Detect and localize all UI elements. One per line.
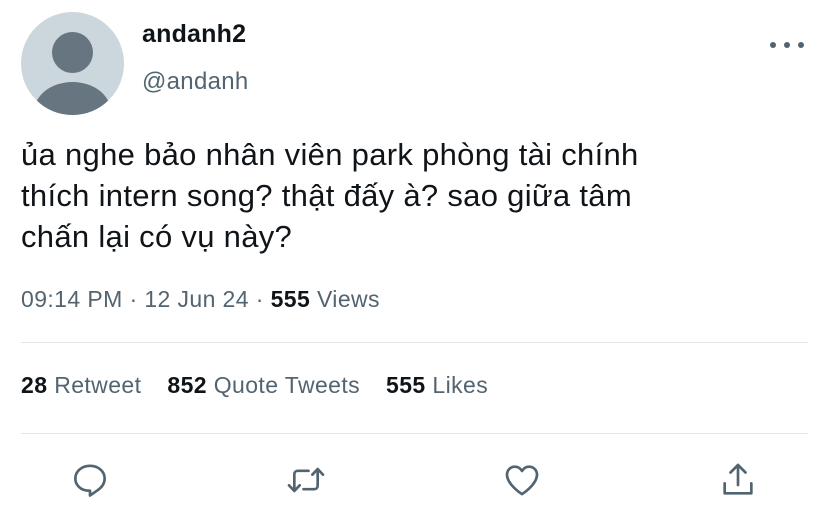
- reply-button[interactable]: [68, 458, 112, 502]
- avatar[interactable]: [21, 12, 124, 115]
- retweet-button[interactable]: [284, 458, 328, 502]
- tweet-line: chấn lại có vụ này?: [21, 219, 293, 254]
- views-label: Views: [316, 286, 380, 312]
- display-name[interactable]: andanh2: [142, 20, 246, 49]
- likes-label: Likes: [432, 372, 489, 398]
- more-horizontal-icon[interactable]: [770, 38, 804, 52]
- action-bar: [0, 458, 828, 502]
- retweets-stat[interactable]: 28 Retweet: [21, 372, 141, 399]
- share-button[interactable]: [716, 458, 760, 502]
- likes-count: 555: [386, 372, 426, 398]
- retweets-count: 28: [21, 372, 48, 398]
- divider: [21, 342, 808, 343]
- like-button[interactable]: [500, 458, 544, 502]
- tweet-date[interactable]: 12 Jun 24: [144, 286, 249, 312]
- views-count: 555: [270, 286, 311, 312]
- retweets-label: Retweet: [54, 372, 142, 398]
- more-dot: [798, 42, 804, 48]
- retweet-icon: [287, 467, 325, 493]
- tweet-line: thích intern song? thật đấy à? sao giữa …: [21, 178, 632, 213]
- heart-icon: [505, 465, 539, 496]
- reply-icon: [74, 464, 106, 497]
- tweet-meta: 09:14 PM · 12 Jun 24 · 555 Views: [21, 286, 380, 313]
- meta-separator: ·: [255, 286, 264, 312]
- tweet-time[interactable]: 09:14 PM: [21, 286, 123, 312]
- quote-tweets-count: 852: [167, 372, 207, 398]
- divider: [21, 433, 808, 434]
- more-dot: [770, 42, 776, 48]
- more-dot: [784, 42, 790, 48]
- meta-separator: ·: [129, 286, 138, 312]
- likes-stat[interactable]: 555 Likes: [386, 372, 488, 399]
- quote-tweets-label: Quote Tweets: [213, 372, 361, 398]
- user-handle[interactable]: @andanh: [142, 68, 249, 96]
- share-icon: [723, 463, 753, 495]
- tweet-line: ủa nghe bảo nhân viên park phòng tài chí…: [21, 137, 639, 172]
- tweet-text: ủa nghe bảo nhân viên park phòng tài chí…: [21, 134, 801, 257]
- avatar-body-shape: [34, 82, 111, 115]
- quote-tweets-stat[interactable]: 852 Quote Tweets: [167, 372, 360, 399]
- engagement-stats: 28 Retweet 852 Quote Tweets 555 Likes: [21, 372, 514, 399]
- avatar-head-shape: [52, 32, 93, 73]
